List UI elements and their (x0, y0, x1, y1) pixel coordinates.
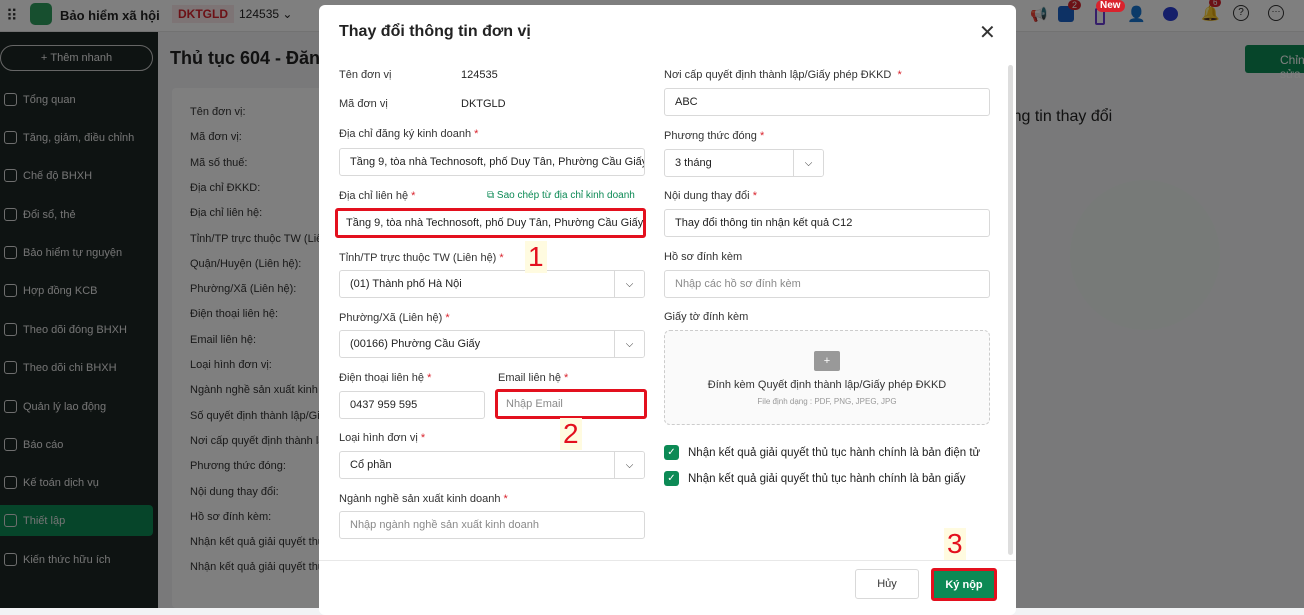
contact-address-input[interactable]: Tầng 9, tòa nhà Technosoft, phố Duy Tân,… (335, 208, 646, 238)
attachments-input[interactable]: Nhập các hồ sơ đính kèm (664, 270, 990, 298)
change-unit-info-modal: Thay đổi thông tin đơn vị ✕ Tên đơn vị 1… (319, 5, 1016, 615)
giayto-label: Giấy tờ đính kèm (664, 311, 749, 323)
unit-type-value: Cổ phần (350, 459, 392, 471)
email-label: Email liên hệ * (498, 372, 569, 384)
phone-label-text: Điện thoại liên hệ (339, 372, 425, 384)
ten-don-vi-value: 124535 (461, 69, 498, 81)
scrollbar[interactable] (1008, 65, 1013, 555)
phone-label: Điện thoại liên hệ * (339, 372, 432, 384)
dropzone-hint: File định dạng : PDF, PNG, JPEG, JPG (757, 397, 897, 406)
new-badge: New (1096, 0, 1125, 12)
loaihinh-label: Loại hình đơn vị * (339, 432, 426, 444)
ptd-label-text: Phương thức đóng (664, 130, 757, 142)
change-content-input[interactable]: Thay đổi thông tin nhận kết quả C12 (664, 209, 990, 237)
noidung-label: Nội dung thay đổi * (664, 190, 757, 202)
chevron-down-icon: ⌵ (614, 452, 644, 478)
noicap-label: Nơi cấp quyết định thành lập/Giấy phép Đ… (664, 69, 902, 81)
phone-input[interactable]: 0437 959 595 (339, 391, 485, 419)
noicap-label-text: Nơi cấp quyết định thành lập/Giấy phép Đ… (664, 69, 892, 81)
ma-don-vi-value: DKTGLD (461, 98, 506, 110)
check2-label: Nhận kết quả giải quyết thủ tục hành chí… (688, 472, 966, 485)
dkkd-label-text: Địa chỉ đăng ký kinh doanh (339, 128, 472, 140)
ward-select[interactable]: (00166) Phường Cầu Giấy ⌵ (339, 330, 645, 358)
payment-method-select[interactable]: 3 tháng ⌵ (664, 149, 824, 177)
copy-address-link[interactable]: ⧉ Sao chép từ địa chỉ kinh doanh (487, 190, 635, 201)
cancel-button[interactable]: Hủy (855, 569, 919, 599)
copy-link-text: Sao chép từ địa chỉ kinh doanh (496, 190, 635, 201)
close-icon[interactable]: ✕ (979, 23, 996, 43)
phuong-label: Phường/Xã (Liên hệ) * (339, 312, 450, 324)
province-value: (01) Thành phố Hà Nội (350, 278, 462, 290)
modal-footer: Hủy Ký nộp (319, 560, 1016, 615)
nganh-label: Ngành nghề sản xuất kinh doanh * (339, 493, 508, 505)
tinh-label: Tỉnh/TP trực thuộc TW (Liên hệ) * (339, 252, 504, 264)
tinh-label-text: Tỉnh/TP trực thuộc TW (Liên hệ) (339, 252, 497, 264)
lienhe-label-text: Địa chỉ liên hệ (339, 190, 409, 202)
chevron-down-icon: ⌵ (614, 331, 644, 357)
ma-don-vi-label: Mã đơn vị (339, 98, 388, 110)
lienhe-label: Địa chỉ liên hệ * (339, 190, 416, 202)
noidung-label-text: Nội dung thay đổi (664, 190, 750, 202)
province-select[interactable]: (01) Thành phố Hà Nội ⌵ (339, 270, 645, 298)
electronic-result-checkbox[interactable]: ✓ Nhận kết quả giải quyết thủ tục hành ch… (664, 445, 980, 460)
ward-value: (00166) Phường Cầu Giấy (350, 338, 481, 350)
dkkd-address-input[interactable]: Tầng 9, tòa nhà Technosoft, phố Duy Tân,… (339, 148, 645, 176)
email-input[interactable]: Nhập Email (495, 389, 647, 419)
dkkd-label: Địa chỉ đăng ký kinh doanh * (339, 128, 479, 140)
annotation-2: 2 (560, 418, 582, 450)
ten-don-vi-label: Tên đơn vị (339, 69, 392, 81)
annotation-3: 3 (944, 528, 966, 560)
dropzone-text: Đính kèm Quyết định thành lập/Giấy phép … (707, 379, 947, 391)
check-icon: ✓ (664, 471, 679, 486)
nganh-label-text: Ngành nghề sản xuất kinh doanh (339, 493, 501, 505)
submit-sign-button[interactable]: Ký nộp (931, 568, 997, 601)
file-dropzone[interactable]: + Đính kèm Quyết định thành lập/Giấy phé… (664, 330, 990, 425)
ptd-label: Phương thức đóng * (664, 130, 765, 142)
chevron-down-icon: ⌵ (614, 271, 644, 297)
loaihinh-label-text: Loại hình đơn vị (339, 432, 418, 444)
folder-add-icon: + (814, 351, 840, 371)
phuong-label-text: Phường/Xã (Liên hệ) (339, 312, 443, 324)
industry-input[interactable]: Nhập ngành nghề sản xuất kinh doanh (339, 511, 645, 539)
check1-label: Nhận kết quả giải quyết thủ tục hành chí… (688, 446, 981, 459)
chevron-down-icon: ⌵ (793, 150, 823, 176)
paper-result-checkbox[interactable]: ✓ Nhận kết quả giải quyết thủ tục hành ch… (664, 471, 965, 486)
issuer-input[interactable]: ABC (664, 88, 990, 116)
payment-method-value: 3 tháng (675, 157, 712, 169)
hoso-label: Hồ sơ đính kèm (664, 251, 743, 263)
modal-title: Thay đổi thông tin đơn vị (339, 23, 531, 40)
annotation-1: 1 (525, 241, 547, 273)
unit-type-select[interactable]: Cổ phần ⌵ (339, 451, 645, 479)
check-icon: ✓ (664, 445, 679, 460)
email-label-text: Email liên hệ (498, 372, 561, 384)
